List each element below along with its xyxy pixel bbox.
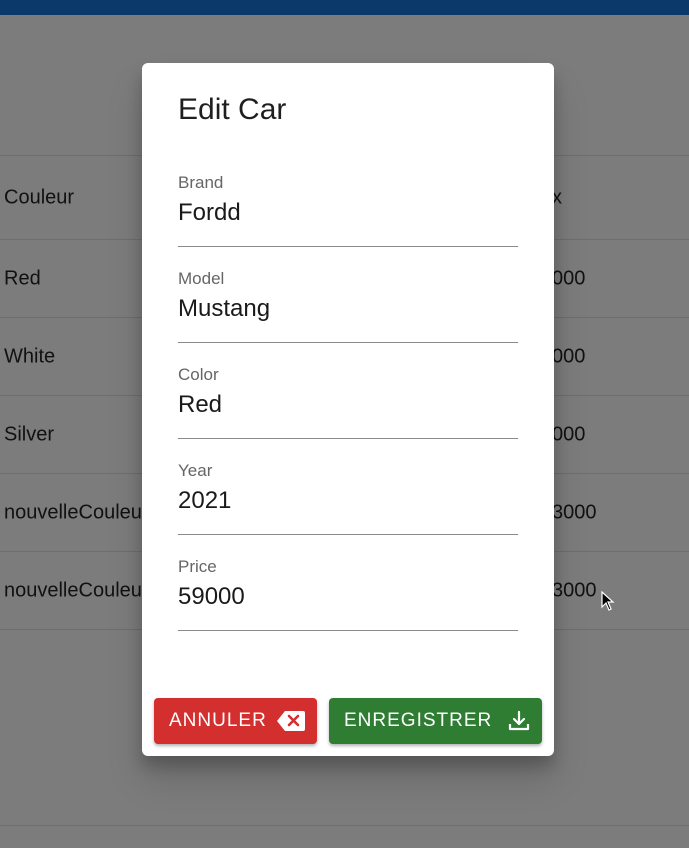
table-cell-color: nouvelleCouleu [4,579,142,601]
table-cell-price: 000 [552,345,586,367]
download-icon [508,710,530,732]
mouse-cursor-icon [601,590,615,616]
model-label: Model [178,269,225,288]
color-input[interactable] [178,391,518,419]
cancel-button[interactable]: ANNULER [154,698,317,744]
column-header-color: Couleur [4,186,75,208]
footer-divider [0,825,689,826]
table-cell-color: White [4,345,56,367]
table-cell-price: 3000 [552,579,597,601]
color-field: Color [178,365,518,439]
edit-car-dialog: Edit Car Brand Model Color Year Price AN… [142,63,554,756]
brand-field: Brand [178,173,518,247]
table-cell-color: nouvelleCouleu [4,501,142,523]
table-cell-price: 3000 [552,501,597,523]
backspace-icon [277,711,305,731]
price-input[interactable] [178,583,518,611]
brand-input[interactable] [178,199,518,227]
color-label: Color [178,365,219,384]
year-input[interactable] [178,487,518,515]
table-cell-color: Red [4,267,41,289]
table-cell-price: 000 [552,423,586,445]
cancel-button-label: ANNULER [169,710,267,731]
year-label: Year [178,461,213,480]
table-cell-color: Silver [4,423,55,445]
model-input[interactable] [178,295,518,323]
price-field: Price [178,557,518,631]
price-label: Price [178,557,217,576]
year-field: Year [178,461,518,535]
model-field: Model [178,269,518,343]
brand-label: Brand [178,173,224,192]
dialog-title: Edit Car [178,93,287,126]
save-button-label: ENREGISTRER [344,710,493,731]
table-cell-price: 000 [552,267,586,289]
save-button[interactable]: ENREGISTRER [329,698,542,744]
app-top-bar [0,0,689,15]
